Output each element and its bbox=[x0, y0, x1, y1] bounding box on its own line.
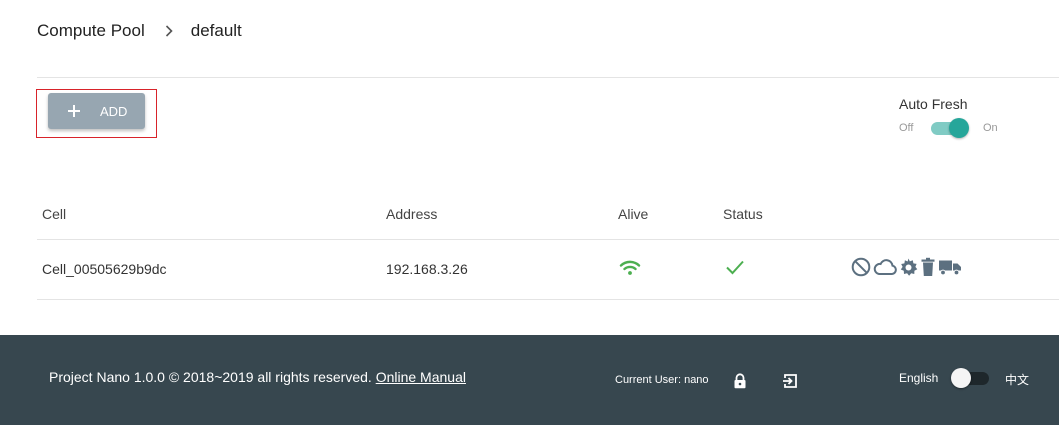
cell-name: Cell_00505629b9dc bbox=[42, 261, 167, 277]
auto-fresh-toggle-thumb bbox=[949, 118, 969, 138]
delete-icon[interactable] bbox=[919, 257, 938, 277]
language-toggle-thumb bbox=[951, 368, 971, 388]
lock-icon[interactable] bbox=[733, 373, 747, 394]
lang-chinese-label: 中文 bbox=[1005, 373, 1030, 387]
copyright-text: Project Nano 1.0.0 © 2018~2019 all right… bbox=[49, 369, 466, 385]
cloud-icon[interactable] bbox=[873, 257, 898, 277]
disable-icon[interactable] bbox=[851, 257, 873, 277]
breadcrumb-current: default bbox=[190, 21, 242, 40]
lang-english-label: English bbox=[899, 371, 939, 385]
breadcrumb: Compute Pool default bbox=[37, 20, 242, 42]
auto-fresh-off-label: Off bbox=[899, 122, 914, 134]
auto-fresh-on-label: On bbox=[983, 122, 998, 134]
migrate-truck-icon[interactable] bbox=[938, 257, 962, 277]
online-manual-link[interactable]: Online Manual bbox=[376, 369, 466, 385]
wifi-icon bbox=[619, 259, 641, 281]
auto-fresh-title: Auto Fresh bbox=[899, 96, 968, 112]
chevron-right-icon bbox=[165, 25, 173, 37]
add-button[interactable]: ADD bbox=[48, 93, 145, 129]
check-icon bbox=[725, 259, 745, 280]
header-divider bbox=[37, 77, 1059, 78]
table-row-divider bbox=[37, 299, 1059, 300]
column-header-cell: Cell bbox=[42, 206, 67, 222]
table-header-divider bbox=[37, 239, 1059, 240]
auto-fresh-toggle[interactable] bbox=[930, 118, 970, 138]
breadcrumb-root[interactable]: Compute Pool bbox=[37, 21, 145, 41]
row-actions bbox=[851, 257, 962, 277]
cell-address: 192.168.3.26 bbox=[386, 261, 468, 277]
column-header-alive: Alive bbox=[618, 206, 649, 222]
add-button-label: ADD bbox=[100, 103, 128, 119]
plus-icon bbox=[48, 105, 100, 117]
column-header-status: Status bbox=[723, 206, 763, 222]
logout-icon[interactable] bbox=[782, 373, 798, 394]
column-header-address: Address bbox=[386, 206, 438, 222]
settings-icon[interactable] bbox=[898, 257, 919, 277]
current-user: Current User: nano bbox=[615, 374, 709, 386]
copyright-label: Project Nano 1.0.0 © 2018~2019 all right… bbox=[49, 369, 372, 385]
footer: Project Nano 1.0.0 © 2018~2019 all right… bbox=[0, 335, 1059, 425]
language-toggle[interactable] bbox=[951, 368, 991, 388]
